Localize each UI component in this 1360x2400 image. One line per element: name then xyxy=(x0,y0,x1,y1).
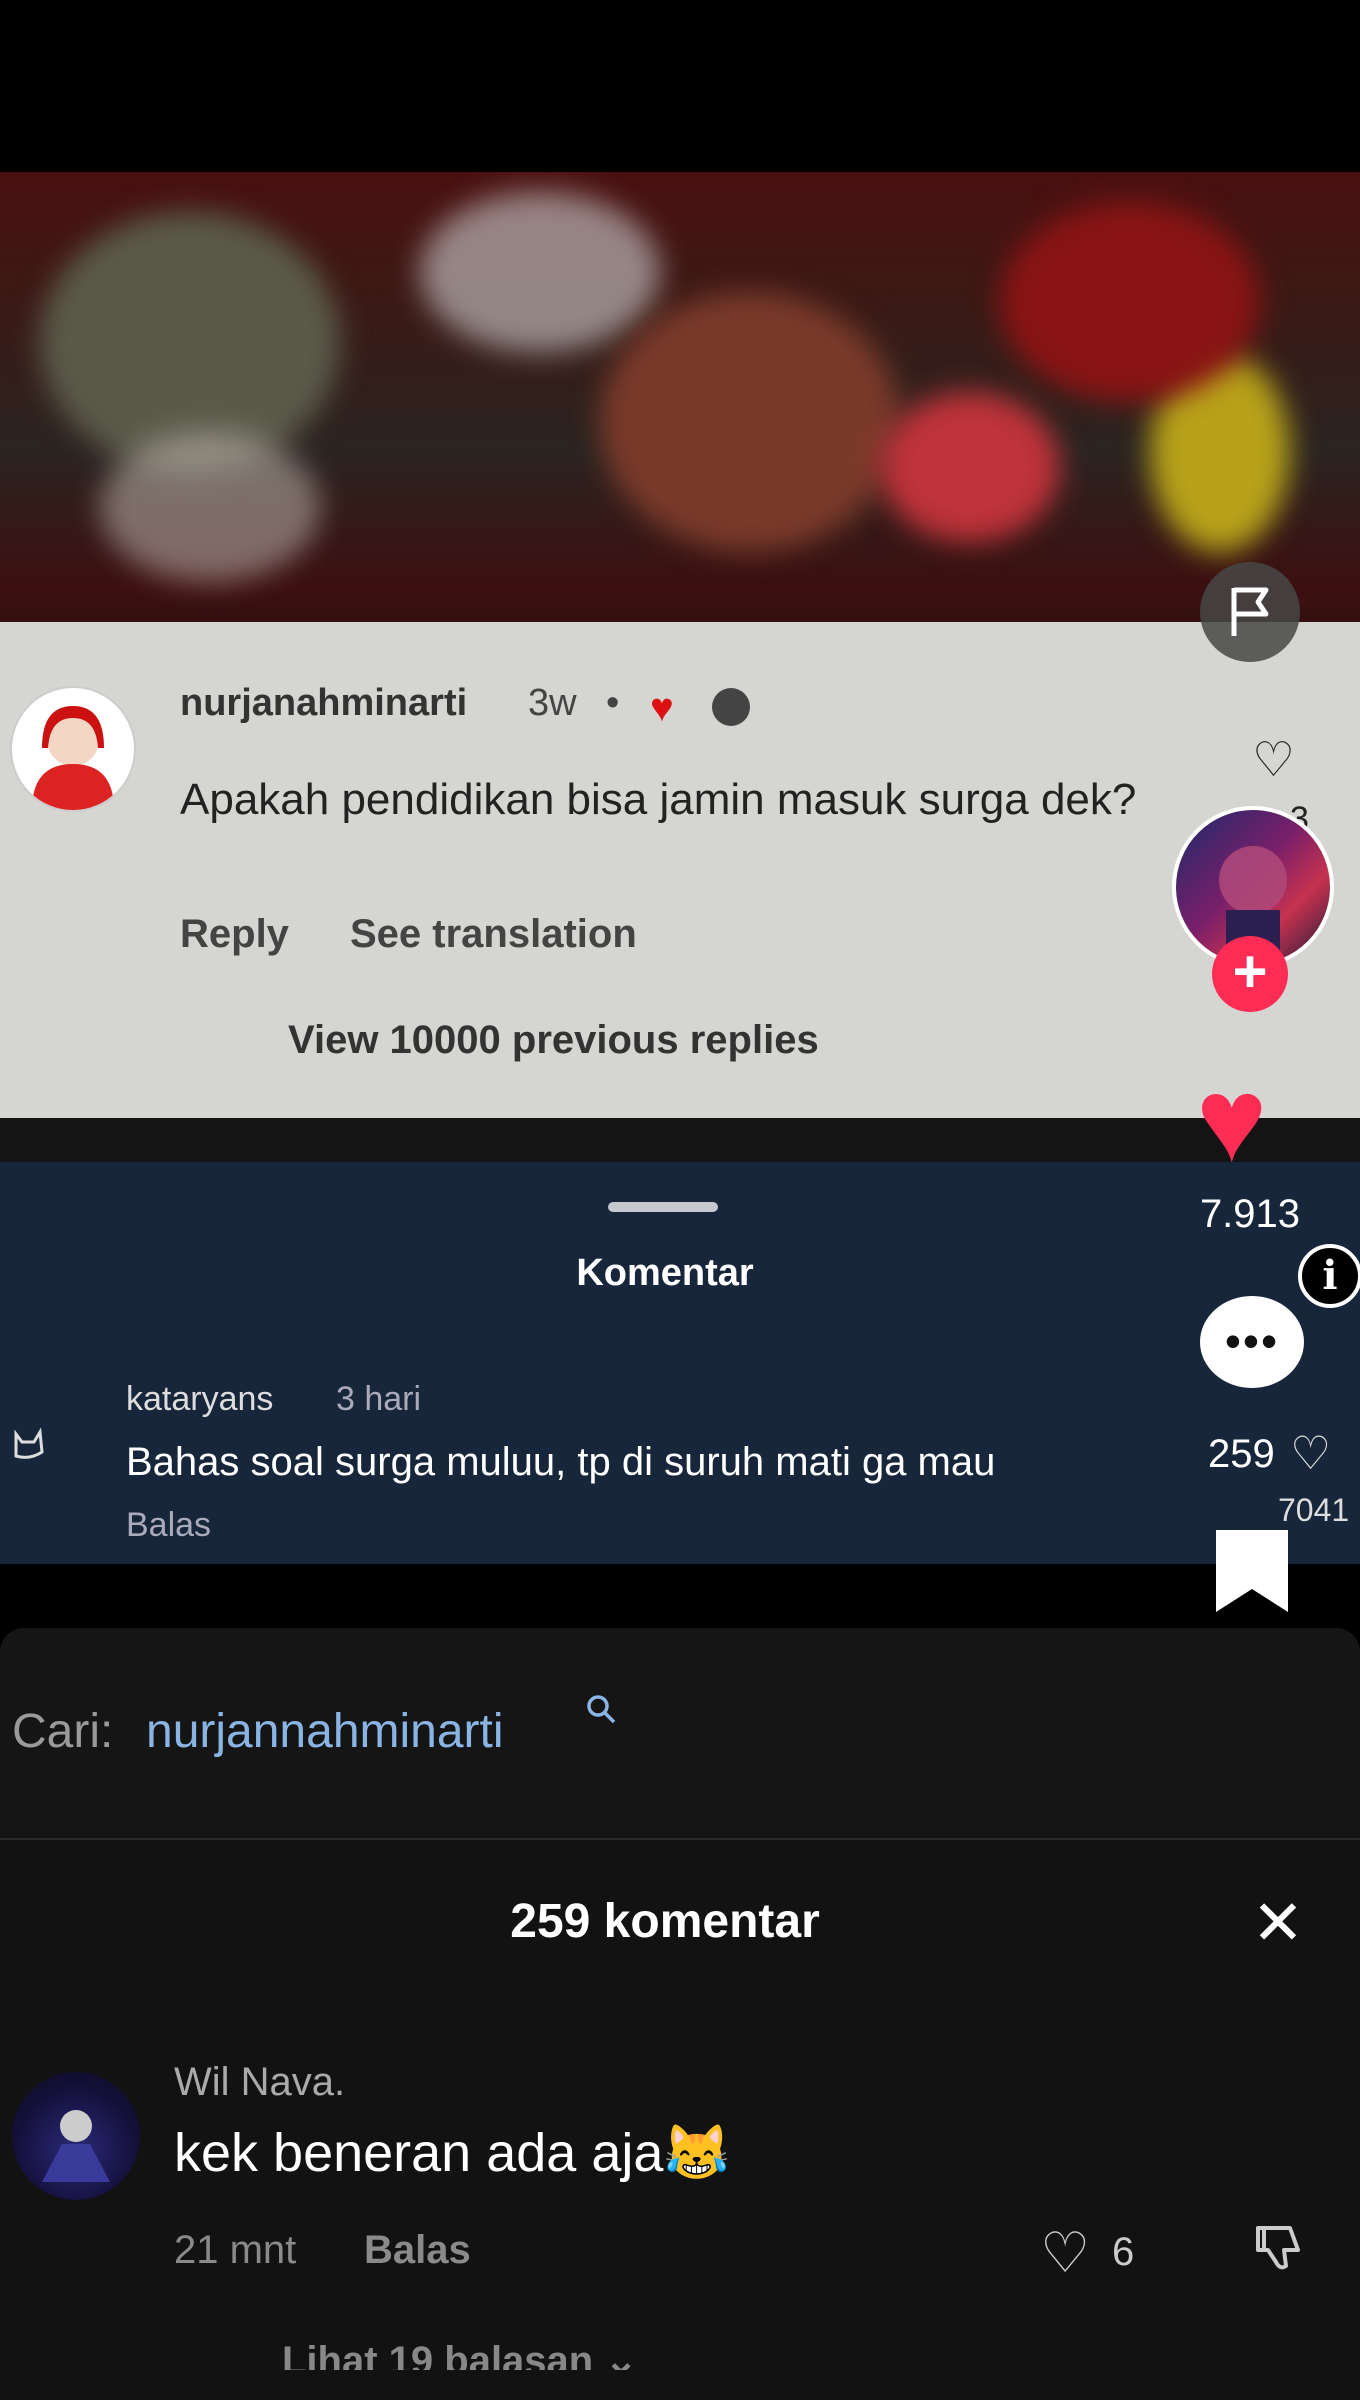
panel-comment-likes: 7041 xyxy=(1278,1492,1350,1528)
comments-count-title: 259 komentar xyxy=(510,1895,820,1948)
panel-title: Komentar xyxy=(576,1252,754,1294)
video-comment-panel: Komentar kataryans 3 hari Bahas soal sur… xyxy=(0,1162,1360,1564)
comment-count: 259 xyxy=(1208,1432,1275,1476)
close-icon[interactable]: ✕ xyxy=(1252,1886,1304,1959)
comment-like-count: 6 xyxy=(1112,2230,1135,2274)
like-count: 7.913 xyxy=(1199,1192,1301,1236)
flag-icon xyxy=(1231,587,1269,636)
drag-handle[interactable] xyxy=(608,1202,718,1212)
view-replies-link[interactable]: Lihat 19 balasan ⌄ xyxy=(282,2338,638,2370)
comment-dots: ••• xyxy=(1224,1315,1280,1367)
panel-comment-age: 3 hari xyxy=(336,1380,422,1418)
reply-link[interactable]: Reply xyxy=(180,912,289,957)
cat-icon xyxy=(10,1422,50,1471)
heart-outline-icon[interactable]: ♡ xyxy=(1290,1426,1331,1480)
comment-username[interactable]: Wil Nava. xyxy=(174,2060,345,2105)
heart-filled-icon[interactable]: ♥ xyxy=(1196,1060,1267,1180)
panel-comment-username[interactable]: kataryans xyxy=(126,1380,273,1419)
flag-button[interactable] xyxy=(1200,562,1300,662)
search-query-link[interactable]: nurjannahminarti xyxy=(146,1704,504,1759)
creator-liked-heart-icon: ♥ xyxy=(650,686,674,730)
heart-outline-icon[interactable]: ♡ xyxy=(1040,2220,1090,2286)
dislike-icon[interactable] xyxy=(1250,2220,1306,2289)
comment-text: kek beneran ada aja😹 xyxy=(174,2123,731,2183)
screenshot-comment-card: nurjanahminarti 3w • ♥ Apakah pendidikan… xyxy=(0,622,1360,1118)
comment-text: Apakah pendidikan bisa jamin masuk surga… xyxy=(180,775,1137,824)
info-icon[interactable]: i xyxy=(1298,1244,1360,1308)
chat-bubble-icon[interactable]: ••• xyxy=(1200,1296,1304,1388)
avatar[interactable] xyxy=(12,2072,140,2200)
panel-comment-text: Bahas soal surga muluu, tp di suruh mati… xyxy=(126,1440,996,1484)
follow-button[interactable]: + xyxy=(1212,936,1288,1012)
view-previous-replies-link[interactable]: View 10000 previous replies xyxy=(288,1018,819,1063)
search-label: Cari: xyxy=(12,1705,114,1758)
heart-outline-icon[interactable]: ♡ xyxy=(1252,732,1295,788)
separator-dot: • xyxy=(606,682,620,724)
comment-username[interactable]: nurjanahminarti xyxy=(180,682,467,725)
comment-time: 21 mnt xyxy=(174,2228,297,2272)
search-icon[interactable] xyxy=(584,1692,618,1735)
reply-button[interactable]: Balas xyxy=(364,2228,471,2273)
see-translation-link[interactable]: See translation xyxy=(350,912,637,957)
panel-reply-link[interactable]: Balas xyxy=(126,1506,211,1545)
commenter-avatar xyxy=(10,686,136,812)
creator-face-icon xyxy=(712,688,750,726)
comment-age: 3w xyxy=(528,682,577,724)
bookmark-icon[interactable] xyxy=(1216,1530,1288,1612)
search-suggestion-bar[interactable]: Cari: nurjannahminarti xyxy=(0,1628,1360,1838)
comments-sheet: 259 komentar ✕ Wil Nava. kek beneran ada… xyxy=(0,1840,1360,2400)
